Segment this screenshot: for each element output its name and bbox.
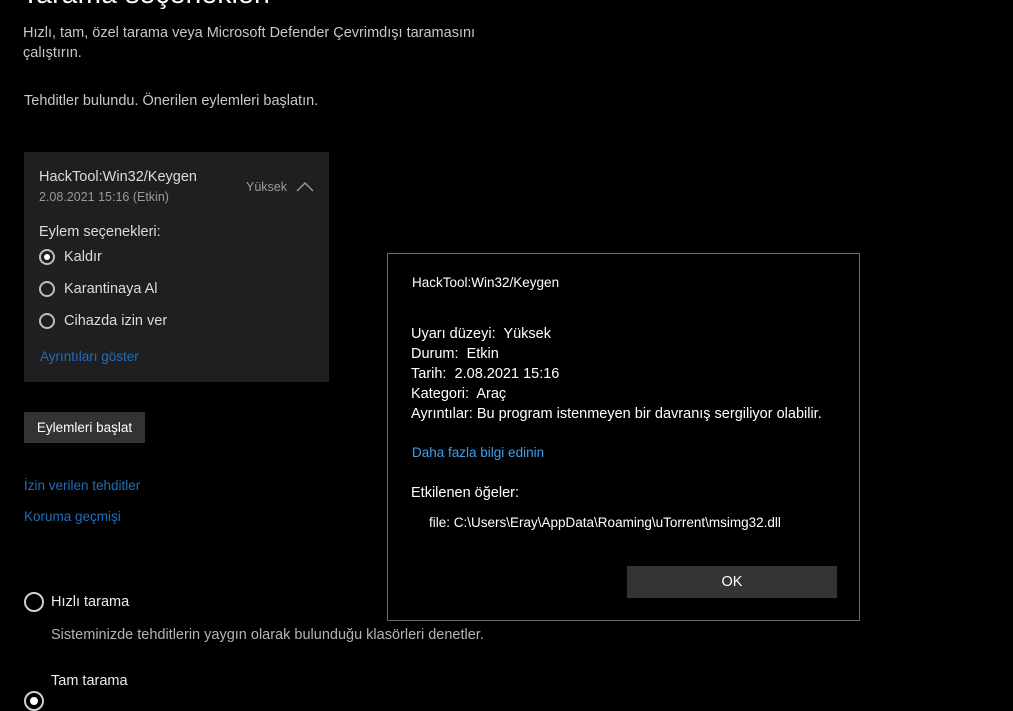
dialog-title: HackTool:Win32/Keygen <box>412 275 560 290</box>
date-row: Tarih: 2.08.2021 15:16 <box>411 366 559 382</box>
status-value: Etkin <box>466 346 499 362</box>
category-row: Kategori: Araç <box>411 386 506 402</box>
page-title: Tarama seçenekleri <box>22 0 270 10</box>
radio-button[interactable] <box>39 313 55 329</box>
action-option-remove[interactable]: Kaldır <box>39 246 102 268</box>
threat-severity: Yüksek <box>246 180 287 194</box>
alert-level-label: Uyarı düzeyi: <box>411 326 496 342</box>
chevron-up-icon[interactable] <box>294 180 316 194</box>
category-value: Araç <box>476 386 507 402</box>
ok-button[interactable]: OK <box>627 566 837 598</box>
page-description: Hızlı, tam, özel tarama veya Microsoft D… <box>23 25 476 61</box>
threat-card: HackTool:Win32/Keygen 2.08.2021 15:16 (E… <box>24 152 329 382</box>
date-label: Tarih: <box>411 366 447 382</box>
action-option-allow[interactable]: Cihazda izin ver <box>39 310 167 332</box>
start-actions-button[interactable]: Eylemleri başlat <box>24 412 145 443</box>
details-row: Ayrıntılar: Bu program istenmeyen bir da… <box>411 406 822 422</box>
radio-button[interactable] <box>39 249 55 265</box>
status-row: Durum: Etkin <box>411 346 499 362</box>
details-value: Bu program istenmeyen bir davranış sergi… <box>476 406 822 422</box>
protection-history-link[interactable]: Koruma geçmişi <box>24 509 121 524</box>
alert-level-row: Uyarı düzeyi: Yüksek <box>411 326 551 342</box>
quick-scan-label: Hızlı tarama <box>51 594 130 610</box>
status-label: Durum: <box>411 346 459 362</box>
quick-scan-radio[interactable] <box>24 592 44 612</box>
details-label: Ayrıntılar: <box>411 406 473 422</box>
date-value: 2.08.2021 15:16 <box>454 366 560 382</box>
action-options-label: Eylem seçenekleri: <box>39 224 161 240</box>
threat-details-dialog: HackTool:Win32/Keygen Uyarı düzeyi: Yüks… <box>387 253 860 621</box>
full-scan-label: Tam tarama <box>51 673 128 689</box>
threat-name: HackTool:Win32/Keygen <box>39 169 197 185</box>
threat-date: 2.08.2021 15:16 (Etkin) <box>39 190 169 204</box>
alert-level-value: Yüksek <box>503 326 551 342</box>
learn-more-link[interactable]: Daha fazla bilgi edinin <box>412 445 544 460</box>
category-label: Kategori: <box>411 386 470 402</box>
show-details-link[interactable]: Ayrıntıları göster <box>40 349 139 364</box>
allowed-threats-link[interactable]: İzin verilen tehditler <box>24 478 140 493</box>
full-scan-radio[interactable] <box>24 691 44 711</box>
action-option-label: Karantinaya Al <box>64 281 158 297</box>
action-option-label: Cihazda izin ver <box>64 313 168 329</box>
action-option-quarantine[interactable]: Karantinaya Al <box>39 278 158 300</box>
affected-items-label: Etkilenen öğeler: <box>411 485 520 501</box>
threats-found-message: Tehditler bulundu. Önerilen eylemleri ba… <box>24 93 319 109</box>
radio-button[interactable] <box>39 281 55 297</box>
quick-scan-description: Sisteminizde tehditlerin yaygın olarak b… <box>51 627 484 643</box>
affected-file-path: file: C:\Users\Eray\AppData\Roaming\uTor… <box>429 515 781 530</box>
action-option-label: Kaldır <box>64 249 102 265</box>
